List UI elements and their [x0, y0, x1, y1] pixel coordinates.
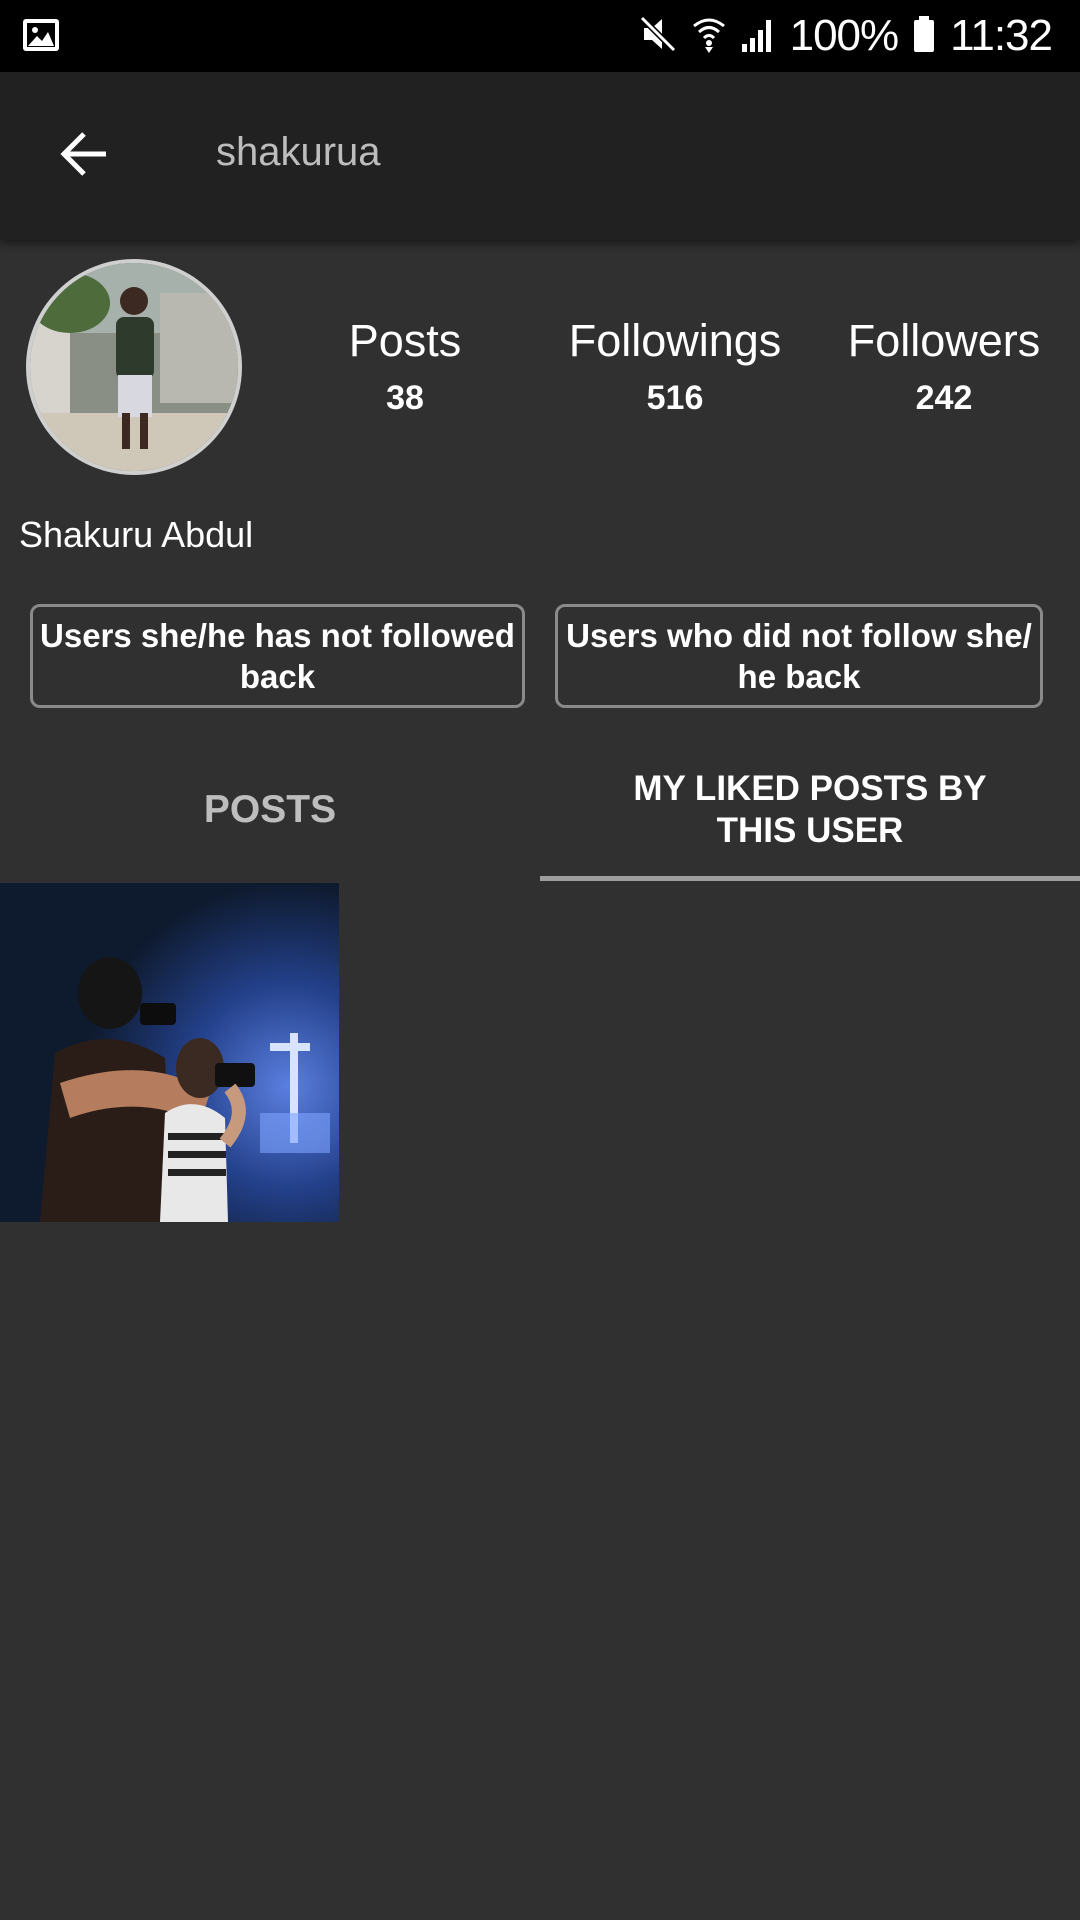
post-thumbnail[interactable] — [0, 883, 339, 1222]
mute-icon — [638, 14, 678, 59]
followers-stat[interactable]: Followers 242 — [814, 315, 1074, 418]
status-bar: 100% 11:32 — [0, 0, 1080, 72]
posts-count: 38 — [386, 379, 424, 417]
followers-count: 242 — [915, 379, 973, 417]
arrow-back-icon — [58, 128, 110, 185]
posts-stat[interactable]: Posts 38 — [275, 315, 535, 418]
clock: 11:32 — [950, 11, 1053, 60]
user-avatar[interactable] — [26, 259, 242, 475]
signal-icon — [740, 14, 776, 59]
back-button[interactable] — [40, 112, 128, 200]
followings-stat[interactable]: Followings 516 — [545, 315, 805, 418]
battery-icon — [912, 14, 936, 59]
battery-percent: 100% — [789, 11, 900, 60]
username-title: shakurua — [216, 130, 381, 174]
followings-label: Followings — [568, 315, 782, 366]
image-notification-icon — [22, 16, 60, 54]
display-name: Shakuru Abdul — [19, 514, 254, 555]
not-follow-back-button[interactable]: Users who did not follow she/ he back — [555, 604, 1043, 708]
tab-liked-posts[interactable]: MY LIKED POSTS BY THIS USER — [540, 740, 1080, 880]
not-followed-back-button[interactable]: Users she/he has not followed back — [30, 604, 525, 708]
followers-label: Followers — [847, 315, 1041, 366]
followings-count: 516 — [646, 379, 704, 417]
tab-posts[interactable]: POSTS — [0, 740, 540, 880]
app-bar: shakurua — [0, 72, 1080, 240]
tab-indicator — [540, 876, 1080, 881]
wifi-icon — [692, 14, 726, 59]
posts-label: Posts — [348, 315, 462, 366]
